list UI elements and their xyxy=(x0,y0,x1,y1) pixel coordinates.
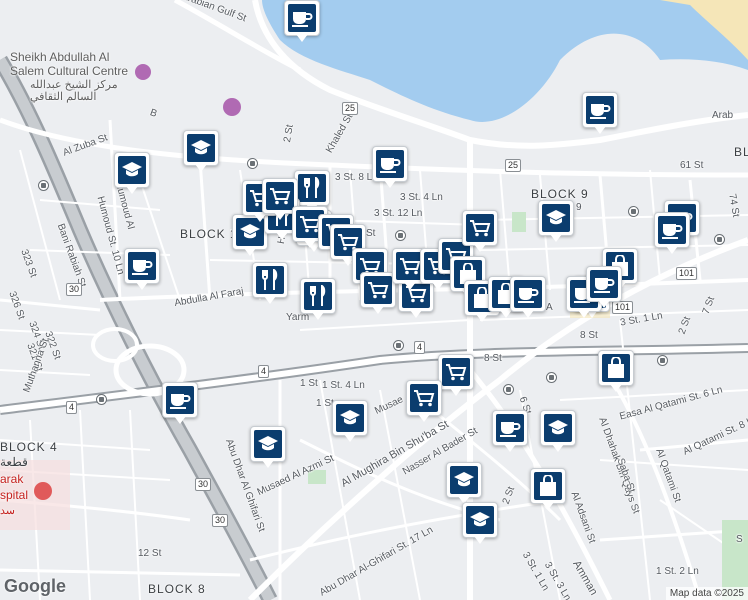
cultural-centre-label-ar-2: السالم الثقافي xyxy=(30,91,97,103)
bus-stop-icon[interactable] xyxy=(38,180,49,191)
marker-cart[interactable] xyxy=(360,272,396,316)
hospital-label-2[interactable]: spital xyxy=(0,488,28,502)
marker-cart[interactable] xyxy=(462,210,498,254)
street-st: St xyxy=(366,228,376,239)
street-9: 9 xyxy=(576,202,582,213)
coffee-icon xyxy=(590,270,618,298)
shopping-cart-icon xyxy=(364,276,392,304)
cultural-centre-label-2[interactable]: Salem Cultural Centre xyxy=(10,64,128,78)
marker-coffee[interactable] xyxy=(654,212,690,256)
school-icon xyxy=(336,404,364,432)
shopping-cart-icon xyxy=(410,384,438,412)
bus-stop-icon[interactable] xyxy=(503,384,514,395)
coffee-icon xyxy=(658,216,686,244)
street-1-st: 1 St xyxy=(300,378,318,389)
marker-school[interactable] xyxy=(250,426,286,470)
street-1-4-ln: 1 St. 4 Ln xyxy=(322,380,365,391)
block-b-label: BL xyxy=(734,145,748,159)
block-9-label: BLOCK 9 xyxy=(531,187,589,201)
marker-coffee[interactable] xyxy=(510,276,546,320)
street-8-st: 8 St xyxy=(484,353,502,364)
school-icon xyxy=(118,156,146,184)
marker-bag[interactable] xyxy=(530,468,566,512)
school-icon xyxy=(450,466,478,494)
route-shield: 4 xyxy=(66,401,78,414)
marker-coffee[interactable] xyxy=(586,266,622,310)
coffee-icon xyxy=(586,96,614,124)
street-3-12-ln: 3 St. 12 Ln xyxy=(374,208,423,219)
restaurant-icon xyxy=(256,266,284,294)
school-icon xyxy=(466,506,494,534)
bus-stop-icon[interactable] xyxy=(395,230,406,241)
street-1-2-ln: 1 St. 2 Ln xyxy=(656,566,699,577)
block-4-ar-label: قطعة xyxy=(0,455,28,469)
marker-coffee[interactable] xyxy=(284,0,320,44)
route-shield: 30 xyxy=(195,478,212,491)
route-shield: 101 xyxy=(676,267,698,280)
marker-restaurant[interactable] xyxy=(300,278,336,322)
route-shield: 30 xyxy=(212,514,229,527)
marker-coffee[interactable] xyxy=(492,410,528,454)
block-4-label: BLOCK 4 xyxy=(0,440,58,454)
school-icon xyxy=(187,134,215,162)
marker-bag[interactable] xyxy=(598,350,634,394)
marker-cart[interactable] xyxy=(406,380,442,424)
coffee-icon xyxy=(288,4,316,32)
bus-stop-icon[interactable] xyxy=(96,394,107,405)
shopping-cart-icon xyxy=(266,182,294,210)
marker-cart[interactable] xyxy=(438,354,474,398)
coffee-icon xyxy=(128,252,156,280)
restaurant-icon xyxy=(298,174,326,202)
street-s-right: S xyxy=(736,534,743,545)
block-8-label: BLOCK 8 xyxy=(148,582,206,596)
route-shield: 25 xyxy=(342,102,359,115)
map-attribution[interactable]: Map data ©2025 xyxy=(665,587,748,600)
school-icon xyxy=(254,430,282,458)
marker-school[interactable] xyxy=(446,462,482,506)
street-12-st: 12 St xyxy=(138,548,162,559)
bus-stop-icon[interactable] xyxy=(247,158,258,169)
street-8-st-b: 8 St xyxy=(580,330,598,341)
map-canvas[interactable]: Sheikh Abdullah Al Salem Cultural Centre… xyxy=(0,0,748,600)
bus-stop-icon[interactable] xyxy=(657,355,668,366)
shopping-cart-icon xyxy=(466,214,494,242)
marker-coffee[interactable] xyxy=(162,382,198,426)
street-3-4-ln: 3 St. 4 Ln xyxy=(400,192,443,203)
marker-coffee[interactable] xyxy=(582,92,618,136)
marker-restaurant[interactable] xyxy=(252,262,288,306)
street-61: 61 St xyxy=(680,160,704,171)
street-arab-right: Arab xyxy=(712,110,734,121)
marker-school[interactable] xyxy=(540,410,576,454)
marker-school[interactable] xyxy=(538,200,574,244)
coffee-icon xyxy=(496,414,524,442)
restaurant-icon xyxy=(304,282,332,310)
route-shield: 30 xyxy=(66,283,83,296)
shopping-bag-icon xyxy=(534,472,562,500)
hospital-label-1[interactable]: arak xyxy=(0,472,23,486)
school-icon xyxy=(542,204,570,232)
coffee-icon xyxy=(166,386,194,414)
google-logo: Google xyxy=(4,576,66,596)
hospital-label-ar: سد xyxy=(0,505,15,517)
marker-school[interactable] xyxy=(114,152,150,196)
route-shield: 4 xyxy=(258,365,270,378)
marker-school[interactable] xyxy=(183,130,219,174)
marker-coffee[interactable] xyxy=(372,146,408,190)
coffee-icon xyxy=(514,280,542,308)
route-shield: 4 xyxy=(414,341,426,354)
bus-stop-icon[interactable] xyxy=(628,206,639,217)
bus-stop-icon[interactable] xyxy=(714,234,725,245)
coffee-icon xyxy=(376,150,404,178)
school-icon xyxy=(544,414,572,442)
marker-school[interactable] xyxy=(462,502,498,546)
marker-coffee[interactable] xyxy=(124,248,160,292)
bus-stop-icon[interactable] xyxy=(546,372,557,383)
shopping-bag-icon xyxy=(602,354,630,382)
shopping-cart-icon xyxy=(442,358,470,386)
bus-stop-icon[interactable] xyxy=(393,340,404,351)
cultural-centre-label-1[interactable]: Sheikh Abdullah Al xyxy=(10,50,109,64)
route-shield: 25 xyxy=(505,159,522,172)
marker-school[interactable] xyxy=(332,400,368,444)
